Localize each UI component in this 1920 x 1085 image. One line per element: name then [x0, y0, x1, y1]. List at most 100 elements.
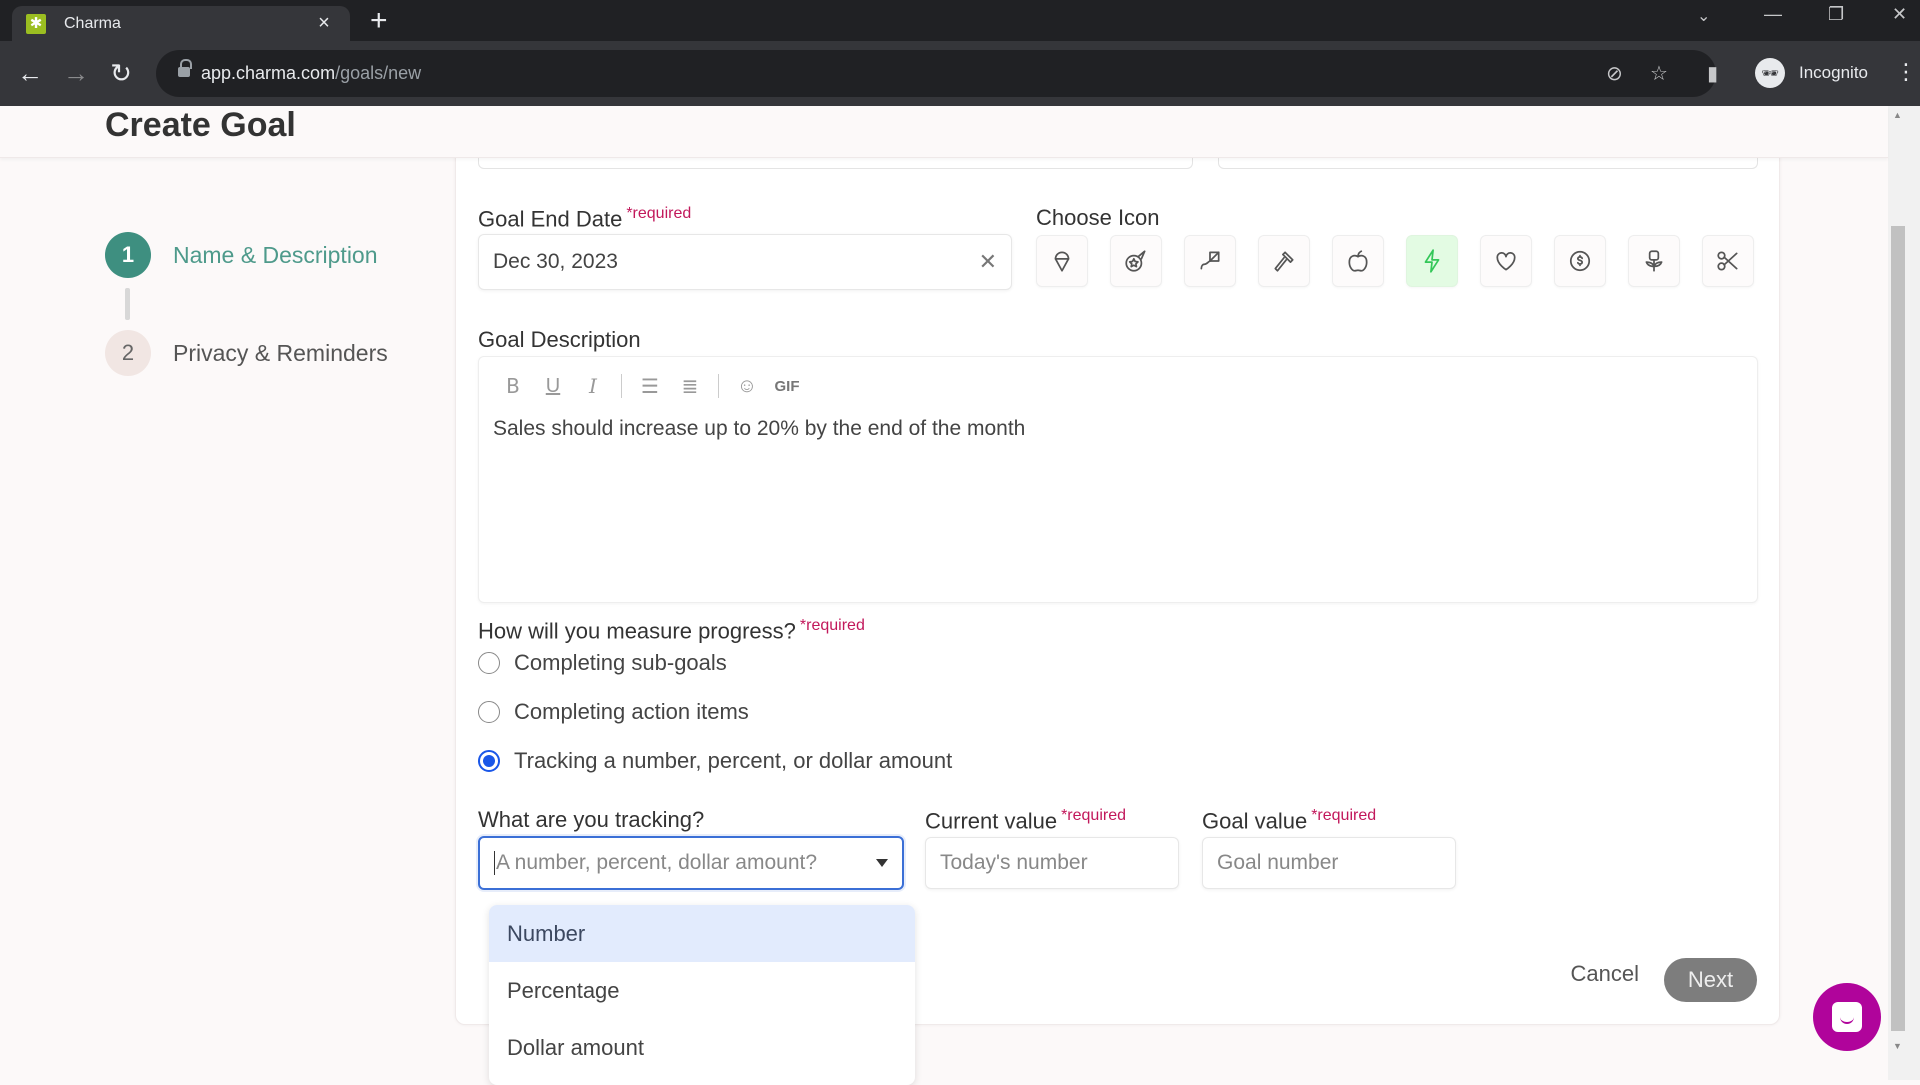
step-label: Name & Description	[173, 241, 378, 268]
rocket-star-icon	[1125, 250, 1146, 272]
browser-tab-bar: ✱ Charma × + ⌄ — ❐ ✕	[0, 0, 1920, 41]
toolbar-divider	[718, 374, 719, 398]
icon-option-lightning[interactable]	[1406, 235, 1458, 287]
choose-icon-label: Choose Icon	[1036, 205, 1160, 230]
tracking-placeholder: A number, percent, dollar amount?	[496, 851, 818, 874]
numbered-list-icon[interactable]: ≣	[670, 374, 710, 399]
lightning-icon	[1424, 249, 1440, 273]
end-date-input[interactable]: Dec 30, 2023 ✕	[478, 234, 1012, 290]
tracking-type-select[interactable]: A number, percent, dollar amount?	[478, 836, 904, 890]
italic-icon[interactable]: I	[573, 374, 613, 398]
url-text[interactable]: app.charma.com/goals/new	[201, 63, 421, 84]
profile-label: Incognito	[1799, 63, 1868, 82]
hammer-icon	[1274, 251, 1294, 272]
end-date-label: Goal End Date *required	[478, 205, 692, 232]
bold-icon[interactable]: B	[493, 374, 533, 398]
lock-icon	[178, 59, 192, 78]
window-close-icon[interactable]: ✕	[1892, 4, 1907, 25]
tab-search-chevron-icon[interactable]: ⌄	[1697, 6, 1710, 26]
eye-slash-icon[interactable]: ⊘	[1606, 61, 1623, 86]
step-connector	[125, 288, 130, 320]
dropdown-option-percentage[interactable]: Percentage	[489, 962, 915, 1019]
new-tab-icon[interactable]: +	[370, 6, 388, 36]
emoji-icon[interactable]: ☺	[727, 375, 767, 398]
end-date-value: Dec 30, 2023	[493, 250, 618, 273]
chat-bubble-icon	[1832, 1002, 1862, 1032]
goal-value-input[interactable]: Goal number	[1202, 837, 1456, 889]
description-text[interactable]: Sales should increase up to 20% by the e…	[493, 417, 1025, 441]
current-value-placeholder: Today's number	[940, 851, 1088, 874]
bookmark-star-icon[interactable]: ☆	[1650, 61, 1668, 86]
cancel-button[interactable]: Cancel	[1571, 961, 1639, 987]
dropdown-option-number[interactable]: Number	[489, 905, 915, 962]
icon-option-heart[interactable]	[1480, 235, 1532, 287]
dollar-badge-icon	[1569, 250, 1591, 272]
step-name-description[interactable]: 1 Name & Description	[105, 232, 388, 278]
radio-button-checked[interactable]	[478, 750, 500, 772]
description-label: Goal Description	[478, 327, 641, 352]
icon-option-ice-cream[interactable]	[1036, 235, 1088, 287]
icon-option-scissors[interactable]	[1702, 235, 1754, 287]
radio-label: Tracking a number, percent, or dollar am…	[514, 748, 953, 773]
radio-completing-sub-goals[interactable]: Completing sub-goals	[478, 650, 727, 676]
forward-icon[interactable]: →	[58, 55, 94, 91]
editor-toolbar: B U I ☰ ≣ ☺ GIF	[493, 371, 807, 401]
step-number: 1	[105, 232, 151, 278]
back-icon[interactable]: ←	[12, 55, 48, 91]
incognito-icon: 🕶	[1755, 58, 1785, 88]
page-scrollbar[interactable]: ▲ ▼	[1888, 106, 1920, 1080]
goal-value-placeholder: Goal number	[1217, 851, 1339, 874]
browser-tab[interactable]: ✱ Charma ×	[12, 6, 350, 41]
tracking-type-dropdown: Number Percentage Dollar amount	[489, 905, 915, 1085]
ice-cream-icon	[1054, 251, 1070, 272]
dropdown-option-dollar-amount[interactable]: Dollar amount	[489, 1019, 915, 1076]
page-header: Create Goal	[0, 106, 1888, 158]
scroll-thumb[interactable]	[1891, 226, 1905, 1031]
restore-icon[interactable]: ❐	[1828, 4, 1844, 25]
radio-label: Completing sub-goals	[514, 650, 727, 675]
clear-date-icon[interactable]: ✕	[979, 249, 997, 275]
measure-progress-label: How will you measure progress? *required	[478, 617, 865, 644]
chat-support-button[interactable]	[1813, 983, 1881, 1051]
radio-button[interactable]	[478, 701, 500, 723]
scissors-icon	[1717, 251, 1738, 271]
gif-button[interactable]: GIF	[767, 378, 807, 395]
heart-icon	[1496, 252, 1516, 271]
incognito-profile-button[interactable]: 🕶 Incognito	[1745, 51, 1878, 95]
icon-option-kite[interactable]	[1184, 235, 1236, 287]
toolbar-divider	[621, 374, 622, 398]
step-privacy-reminders[interactable]: 2 Privacy & Reminders	[105, 330, 388, 376]
browser-menu-icon[interactable]: ⋮	[1895, 59, 1917, 85]
address-bar[interactable]: app.charma.com/goals/new ⊘ ☆	[156, 50, 1716, 97]
browser-toolbar: ← → ↻ app.charma.com/goals/new ⊘ ☆ ▮ 🕶 I…	[0, 41, 1920, 106]
icon-option-flower[interactable]	[1628, 235, 1680, 287]
icon-option-dollar-badge[interactable]	[1554, 235, 1606, 287]
flower-icon	[1645, 250, 1663, 272]
next-button[interactable]: Next	[1664, 958, 1757, 1002]
scroll-down-arrow-icon[interactable]: ▼	[1893, 1041, 1902, 1051]
dropdown-caret-icon[interactable]	[876, 859, 888, 867]
radio-label: Completing action items	[514, 699, 749, 724]
tab-title: Charma	[64, 14, 121, 32]
side-panel-icon[interactable]: ▮	[1707, 61, 1718, 86]
radio-tracking-number[interactable]: Tracking a number, percent, or dollar am…	[478, 748, 952, 774]
bullet-list-icon[interactable]: ☰	[630, 374, 670, 399]
step-number: 2	[105, 330, 151, 376]
current-value-input[interactable]: Today's number	[925, 837, 1179, 889]
radio-button[interactable]	[478, 652, 500, 674]
step-label: Privacy & Reminders	[173, 339, 388, 366]
icon-option-hammer[interactable]	[1258, 235, 1310, 287]
underline-icon[interactable]: U	[533, 375, 573, 398]
scroll-up-arrow-icon[interactable]: ▲	[1893, 110, 1902, 120]
charma-favicon-icon: ✱	[26, 13, 46, 34]
tracking-label: What are you tracking?	[478, 807, 705, 832]
tab-close-icon[interactable]: ×	[312, 12, 336, 35]
description-editor[interactable]: B U I ☰ ≣ ☺ GIF Sales should increase up…	[478, 356, 1758, 603]
icon-option-rocket-star[interactable]	[1110, 235, 1162, 287]
goal-value-label: Goal value *required	[1202, 807, 1377, 834]
minimize-icon[interactable]: —	[1764, 4, 1782, 25]
reload-icon[interactable]: ↻	[103, 55, 139, 91]
apple-icon	[1348, 250, 1368, 272]
icon-option-apple[interactable]	[1332, 235, 1384, 287]
radio-completing-action-items[interactable]: Completing action items	[478, 699, 749, 725]
